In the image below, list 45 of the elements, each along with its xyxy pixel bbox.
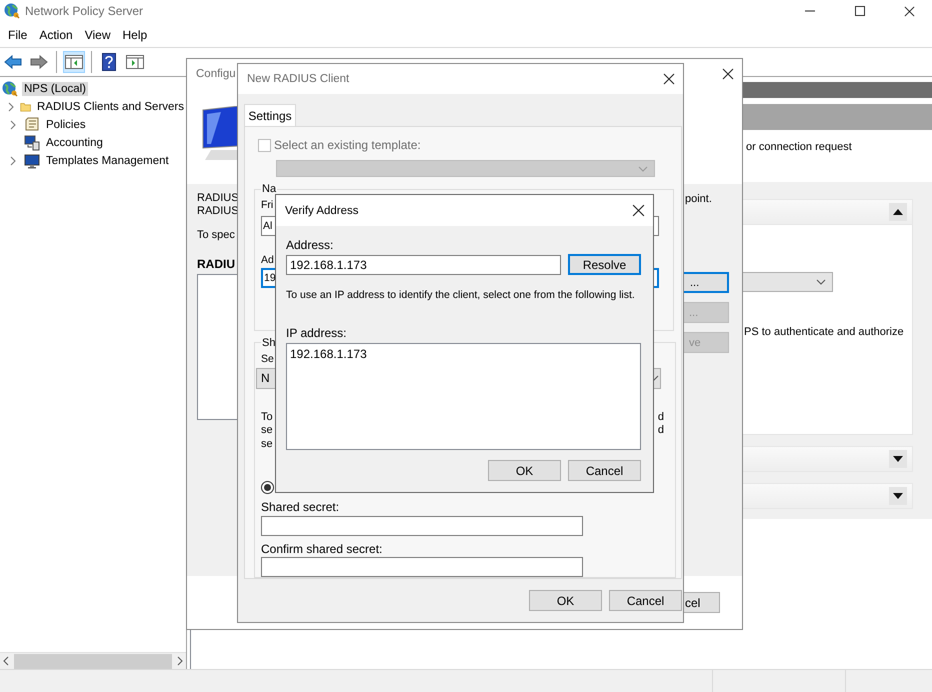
settings-tab[interactable]: Settings [244, 104, 296, 126]
section-heading: RADIU [197, 258, 236, 271]
ok-button[interactable]: OK [529, 590, 602, 611]
tree-item[interactable]: Accounting [44, 136, 105, 150]
menu-item[interactable]: Action [33, 28, 79, 42]
menu-item[interactable]: Help [116, 28, 154, 42]
description-text: To [261, 410, 273, 424]
group-title: Sh [261, 336, 276, 348]
group-title: Na [261, 183, 278, 196]
menu-item[interactable]: File [2, 28, 34, 42]
description-text: point. [685, 193, 712, 206]
window-title: Network Policy Server [25, 4, 144, 18]
instruction-text: To use an IP address to identify the client, select one from the following list. [286, 289, 635, 301]
list-item[interactable]: 192.168.1.173 [289, 346, 638, 362]
description-text: or connection request [746, 141, 852, 153]
tree-item[interactable]: Policies [44, 118, 88, 132]
field-label: Fri [261, 198, 274, 212]
dialog-title: Verify Address [285, 204, 359, 216]
checkbox-label: Select an existing template: [274, 138, 421, 152]
address-field[interactable]: 192.168.1.173 [286, 254, 561, 274]
description-text: RADIUS [197, 192, 240, 205]
field-label: Address: [286, 238, 334, 252]
section-text: PS to authenticate and authorize [744, 326, 904, 338]
field-label: IP address: [286, 326, 346, 340]
cancel-button[interactable]: Cancel [568, 460, 641, 481]
description-text: se [261, 424, 273, 438]
description-text: d [658, 424, 664, 438]
description-text: d [658, 410, 664, 424]
ip-address-list[interactable]: 192.168.1.173 [286, 343, 641, 450]
dialog-title: New RADIUS Client [247, 73, 350, 85]
instruction-text: To spec [197, 229, 236, 242]
tree-item[interactable]: RADIUS Clients and Servers [35, 100, 186, 114]
field-label: Se [261, 352, 274, 366]
menu-item[interactable]: View [78, 28, 116, 42]
tree-item[interactable]: Templates Management [44, 154, 171, 168]
description-text: RADIUS [197, 205, 240, 218]
description-text: se [261, 438, 273, 451]
field-label: Ad [261, 253, 274, 268]
cancel-button[interactable]: Cancel [609, 590, 682, 611]
field-label: Confirm shared secret: [261, 542, 382, 556]
tree-item[interactable]: NPS (Local) [22, 82, 88, 96]
dialog-title: Configu [196, 68, 236, 80]
field-label: Shared secret: [261, 500, 340, 514]
ok-button[interactable]: OK [488, 460, 561, 481]
resolve-button[interactable]: Resolve [568, 254, 641, 275]
